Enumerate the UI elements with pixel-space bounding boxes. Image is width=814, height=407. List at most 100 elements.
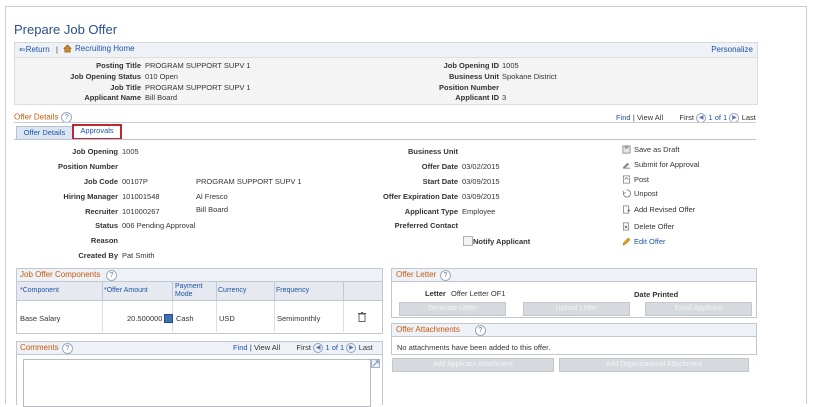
frequency-value: Semimonthly xyxy=(277,314,321,323)
first-label: First xyxy=(679,113,694,123)
applicant-type-label: Applicant Type xyxy=(404,207,458,216)
component-value: Base Salary xyxy=(20,314,61,323)
job-title-label: Job Title xyxy=(110,83,141,92)
col-offer-amount: *Offer Amount xyxy=(104,287,148,294)
post-icon xyxy=(623,175,630,184)
job-title-value: PROGRAM SUPPORT SUPV 1 xyxy=(145,83,251,92)
job-opening-label: Job Opening xyxy=(72,147,118,156)
notify-applicant-checkbox[interactable] xyxy=(463,236,473,246)
recruiter-label: Recruiter xyxy=(85,207,118,216)
components-section-label: Job Offer Components xyxy=(20,270,101,279)
top-border xyxy=(5,0,807,7)
save-as-draft-action[interactable]: Save as Draft xyxy=(622,145,679,154)
view-all-link[interactable]: View All xyxy=(637,113,663,122)
add-applicant-attachment-button[interactable]: Add Applicant Attachment xyxy=(392,358,554,372)
job-offer-components-grid: Job Offer Components ? *Component *Offer… xyxy=(16,268,383,334)
job-opening-status-value: 010 Open xyxy=(145,72,178,81)
return-link[interactable]: ⇐Return xyxy=(19,45,50,54)
hiring-manager-name: Al Fresco xyxy=(196,192,228,201)
add-revised-offer-action[interactable]: Add Revised Offer xyxy=(622,205,695,214)
comments-next-icon[interactable]: ▶ xyxy=(346,343,357,353)
status-label: Status xyxy=(95,221,118,230)
offer-expiration-date-value: 03/09/2015 xyxy=(462,192,500,201)
applicant-name-label: Applicant Name xyxy=(84,93,141,102)
comments-section-label: Comments xyxy=(20,343,59,352)
letter-value: Offer Letter OF1 xyxy=(451,289,506,298)
comments-previous-icon[interactable]: ◀ xyxy=(313,343,324,353)
business-unit-label: Business Unit xyxy=(448,72,499,81)
col-currency: Currency xyxy=(218,287,247,294)
delete-offer-action[interactable]: Delete Offer xyxy=(622,222,674,231)
row-count: 1 of 1 xyxy=(708,113,728,123)
components-title-bar: Job Offer Components ? xyxy=(17,269,382,282)
position-number-label: Position Number xyxy=(438,83,499,92)
hiring-manager-label: Hiring Manager xyxy=(63,192,118,201)
comments-textarea[interactable] xyxy=(23,359,371,407)
comments-grid-nav: Find | View All First ◀ 1 of 1 ▶ Last xyxy=(233,343,373,353)
unpost-action[interactable]: Unpost xyxy=(622,189,658,198)
date-printed-label: Date Printed xyxy=(634,290,679,299)
offer-letter-title-bar: Offer Letter ? xyxy=(392,269,756,282)
unpost-icon xyxy=(622,189,631,198)
job-code-value: 00107P xyxy=(122,177,148,186)
nav-bar: ⇐Return | Recruiting Home Personalize xyxy=(14,42,758,58)
offer-date-label: Offer Date xyxy=(421,162,458,171)
post-action[interactable]: Post xyxy=(622,175,649,184)
reason-label: Reason xyxy=(90,236,118,245)
add-organizational-attachment-button[interactable]: Add Organizational Attachment xyxy=(559,358,749,372)
offer-letter-help-icon[interactable]: ? xyxy=(440,270,451,281)
delete-document-icon xyxy=(623,222,630,231)
personalize-link[interactable]: Personalize xyxy=(711,45,753,54)
edit-offer-action[interactable]: Edit Offer xyxy=(622,237,666,246)
offer-attachments-help-icon[interactable]: ? xyxy=(475,325,486,336)
notify-applicant-label: Notify Applicant xyxy=(473,237,531,246)
col-frequency: Frequency xyxy=(276,287,310,294)
generate-letter-button[interactable]: Generate Letter xyxy=(399,302,506,316)
trash-icon[interactable] xyxy=(358,312,366,322)
offer-attachments-panel: Offer Attachments ? No attachments have … xyxy=(391,323,757,355)
page-title: Prepare Job Offer xyxy=(14,22,118,37)
components-help-icon[interactable]: ? xyxy=(106,270,117,281)
comments-help-icon[interactable]: ? xyxy=(62,343,73,354)
pencil-icon xyxy=(622,237,631,246)
comments-view-all-link[interactable]: View All xyxy=(254,343,280,352)
comments-title-bar: Comments ? Find | View All First ◀ 1 of … xyxy=(17,342,382,355)
email-applicant-button[interactable]: Email Applicant xyxy=(645,302,752,316)
hiring-manager-value: 101001548 xyxy=(122,192,160,201)
offer-attachments-title-bar: Offer Attachments ? xyxy=(392,324,756,337)
comments-find-link[interactable]: Find xyxy=(233,343,248,352)
offer-amount-value: 20.500000 xyxy=(127,314,163,323)
offer-date-value: 03/02/2015 xyxy=(462,162,500,171)
right-border xyxy=(806,6,807,404)
comments-panel: Comments ? Find | View All First ◀ 1 of … xyxy=(16,341,383,407)
submit-for-approval-action[interactable]: Submit for Approval xyxy=(622,160,699,169)
tab-offer-details[interactable]: Offer Details xyxy=(16,126,73,139)
tab-baseline xyxy=(14,139,756,140)
last-label: Last xyxy=(741,113,756,123)
payment-mode-value: Cash xyxy=(176,314,194,323)
job-opening-id-value: 1005 xyxy=(502,61,519,70)
detail-business-unit-label: Business Unit xyxy=(407,147,458,156)
job-code-description: PROGRAM SUPPORT SUPV 1 xyxy=(196,177,302,186)
job-code-label: Job Code xyxy=(83,177,118,186)
back-arrow-icon: ⇐ xyxy=(19,45,26,54)
job-summary-panel: Posting Title PROGRAM SUPPORT SUPV 1 Job… xyxy=(14,57,758,105)
upload-letter-button[interactable]: Upload Letter xyxy=(523,302,630,316)
col-payment-mode: Payment Mode xyxy=(175,283,203,298)
recruiting-home-link[interactable]: Recruiting Home xyxy=(63,44,135,53)
save-icon xyxy=(622,145,631,154)
recruiter-value: 101000267 xyxy=(122,207,160,216)
expand-editor-icon[interactable] xyxy=(371,359,380,368)
find-link[interactable]: Find xyxy=(616,113,631,122)
left-border xyxy=(5,6,6,404)
calculator-icon[interactable] xyxy=(164,314,173,323)
status-value: 006 Pending Approval xyxy=(122,221,196,230)
table-row: Base Salary 20.500000 Cash USD Semimonth… xyxy=(17,301,382,332)
offer-attachments-section-label: Offer Attachments xyxy=(396,325,460,334)
no-attachments-text: No attachments have been added to this o… xyxy=(397,343,551,352)
tab-approvals[interactable]: Approvals xyxy=(72,124,122,140)
letter-label: Letter xyxy=(425,289,446,298)
home-icon xyxy=(63,44,72,53)
applicant-id-value: 3 xyxy=(502,93,507,102)
submit-icon xyxy=(622,163,631,169)
